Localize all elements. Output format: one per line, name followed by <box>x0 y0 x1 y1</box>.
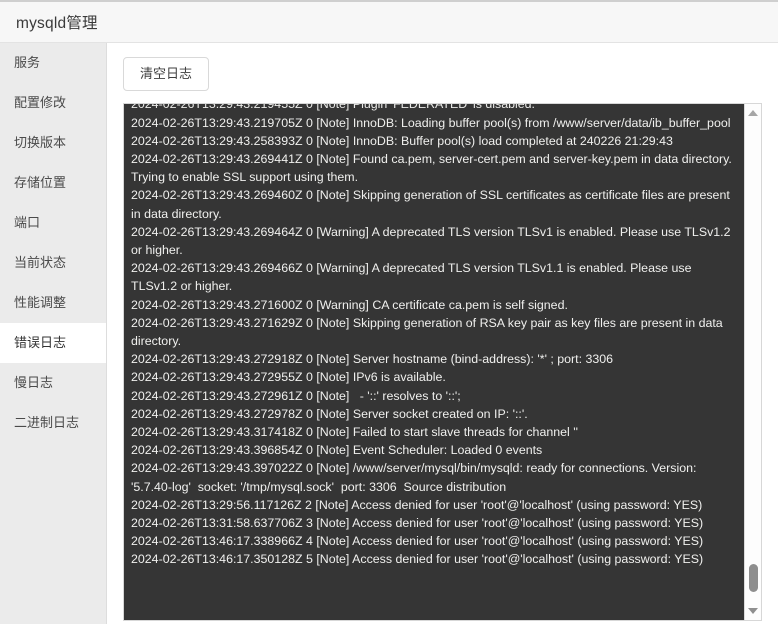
log-line: 2024-02-26T13:29:43.219705Z 0 [Note] Inn… <box>131 115 731 130</box>
sidebar-item-7[interactable]: 错误日志 <box>0 323 106 363</box>
mysqld-management-page: mysqld管理 服务配置修改切换版本存储位置端口当前状态性能调整错误日志慢日志… <box>0 0 778 624</box>
sidebar-item-label: 配置修改 <box>14 95 67 110</box>
scroll-down-arrow-icon[interactable] <box>745 603 761 619</box>
log-line: 2024-02-26T13:29:43.397022Z 0 [Note] /ww… <box>131 461 700 494</box>
sidebar-item-label: 慢日志 <box>14 375 54 390</box>
log-line: 2024-02-26T13:29:43.272978Z 0 [Note] Ser… <box>131 406 528 421</box>
log-line: 2024-02-26T13:29:43.269466Z 0 [Warning] … <box>131 261 695 294</box>
log-line: 2024-02-26T13:29:43.317418Z 0 [Note] Fai… <box>131 424 578 439</box>
log-line: 2024-02-26T13:29:43.269464Z 0 [Warning] … <box>131 224 734 257</box>
sidebar-item-6[interactable]: 性能调整 <box>0 283 106 323</box>
log-line: 2024-02-26T13:29:43.271629Z 0 [Note] Ski… <box>131 315 727 348</box>
log-line: 2024-02-26T13:29:56.117126Z 2 [Note] Acc… <box>131 497 703 512</box>
sidebar-item-3[interactable]: 存储位置 <box>0 163 106 203</box>
content-panel: 清空日志 2024-02-26T13:29:43.219455Z 0 [Note… <box>107 43 778 624</box>
log-line: 2024-02-26T13:31:58.637706Z 3 [Note] Acc… <box>131 515 704 530</box>
sidebar-item-8[interactable]: 慢日志 <box>0 363 106 403</box>
log-line: 2024-02-26T13:29:43.272955Z 0 [Note] IPv… <box>131 370 446 385</box>
log-line: 2024-02-26T13:29:43.258393Z 0 [Note] Inn… <box>131 133 673 148</box>
error-log-text[interactable]: 2024-02-26T13:29:43.219455Z 0 [Note] Plu… <box>124 103 744 612</box>
page-title: mysqld管理 <box>16 15 98 32</box>
log-line: 2024-02-26T13:29:43.272961Z 0 [Note] - '… <box>131 388 461 403</box>
triangle-down-icon <box>748 608 758 615</box>
sidebar-item-5[interactable]: 当前状态 <box>0 243 106 283</box>
sidebar-item-label: 端口 <box>14 215 41 230</box>
clear-log-button[interactable]: 清空日志 <box>123 57 210 92</box>
scroll-up-arrow-icon[interactable] <box>745 105 761 121</box>
log-line: 2024-02-26T13:29:43.396854Z 0 [Note] Eve… <box>131 443 543 458</box>
scrollbar-thumb[interactable] <box>749 564 758 593</box>
log-line: 2024-02-26T13:46:17.350128Z 5 [Note] Acc… <box>131 552 704 567</box>
sidebar-item-1[interactable]: 配置修改 <box>0 83 106 123</box>
log-line: 2024-02-26T13:29:43.269441Z 0 [Note] Fou… <box>131 151 736 185</box>
sidebar-item-label: 性能调整 <box>14 295 67 310</box>
log-line: 2024-02-26T13:29:43.271600Z 0 [Warning] … <box>131 297 568 312</box>
log-line: 2024-02-26T13:29:43.272918Z 0 [Note] Ser… <box>131 352 614 367</box>
sidebar-item-2[interactable]: 切换版本 <box>0 123 106 163</box>
page-body: 服务配置修改切换版本存储位置端口当前状态性能调整错误日志慢日志二进制日志 清空日… <box>0 43 778 624</box>
log-line: 2024-02-26T13:46:17.338966Z 4 [Note] Acc… <box>131 534 704 549</box>
sidebar-nav: 服务配置修改切换版本存储位置端口当前状态性能调整错误日志慢日志二进制日志 <box>0 43 107 624</box>
sidebar-item-label: 二进制日志 <box>14 415 80 430</box>
sidebar-item-label: 当前状态 <box>14 255 67 270</box>
triangle-up-icon <box>748 110 758 117</box>
sidebar-item-label: 切换版本 <box>14 135 67 150</box>
sidebar-item-label: 错误日志 <box>14 335 67 350</box>
sidebar-item-label: 服务 <box>14 55 41 70</box>
sidebar-item-label: 存储位置 <box>14 175 67 190</box>
sidebar-item-9[interactable]: 二进制日志 <box>0 403 106 443</box>
log-line: 2024-02-26T13:29:43.269460Z 0 [Note] Ski… <box>131 188 734 221</box>
log-line: 2024-02-26T13:29:43.219455Z 0 [Note] Plu… <box>131 103 535 112</box>
page-header: mysqld管理 <box>0 2 778 43</box>
sidebar-item-0[interactable]: 服务 <box>0 43 106 83</box>
log-scrollbar[interactable] <box>744 104 761 621</box>
error-log-panel: 2024-02-26T13:29:43.219455Z 0 [Note] Plu… <box>123 103 762 622</box>
sidebar-item-4[interactable]: 端口 <box>0 203 106 243</box>
